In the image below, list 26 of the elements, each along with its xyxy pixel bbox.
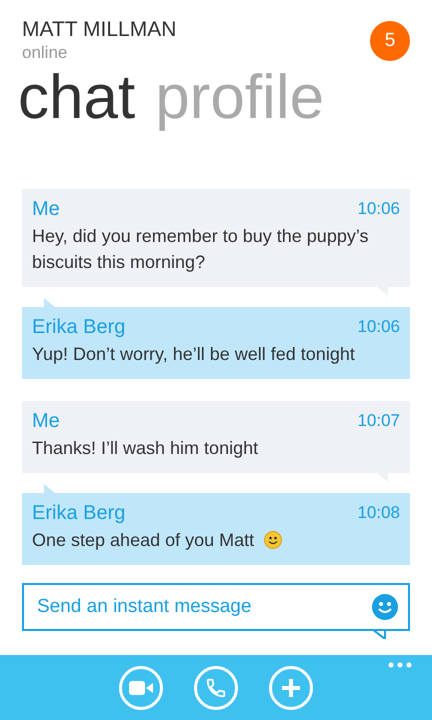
phone-icon bbox=[205, 676, 227, 698]
pivot-tab[interactable]: chat bbox=[18, 65, 136, 131]
message-time: 10:08 bbox=[357, 502, 400, 524]
sender-name: Me bbox=[32, 197, 60, 222]
message-time: 10:07 bbox=[357, 410, 400, 432]
message-time: 10:06 bbox=[357, 316, 400, 338]
call-button[interactable] bbox=[194, 666, 238, 710]
message-text: One step ahead of you Matt bbox=[32, 529, 254, 552]
notification-badge: 5 bbox=[370, 21, 410, 61]
video-call-button[interactable] bbox=[119, 666, 163, 710]
more-icon[interactable] bbox=[388, 662, 412, 668]
add-button[interactable] bbox=[269, 666, 313, 710]
plus-icon bbox=[280, 676, 302, 698]
message-text: Yup! Don’t worry, he’ll be well fed tonight bbox=[32, 343, 355, 366]
sender-name: Erika Berg bbox=[32, 501, 126, 526]
bubble-tail bbox=[372, 629, 386, 639]
contact-name: MATT MILLMAN bbox=[22, 17, 176, 43]
sender-name: Erika Berg bbox=[32, 315, 126, 340]
message-input[interactable]: Send an instant message bbox=[22, 583, 410, 631]
video-camera-icon bbox=[129, 680, 153, 694]
smiley-icon[interactable] bbox=[372, 594, 398, 620]
message-text: Hey, did you remember to buy the puppy’s biscuits this morning? bbox=[32, 225, 370, 274]
message-time: 10:06 bbox=[357, 198, 400, 220]
contact-status: online bbox=[22, 43, 68, 63]
message-text: Thanks! I’ll wash him tonight bbox=[32, 437, 258, 460]
sender-name: Me bbox=[32, 409, 60, 434]
